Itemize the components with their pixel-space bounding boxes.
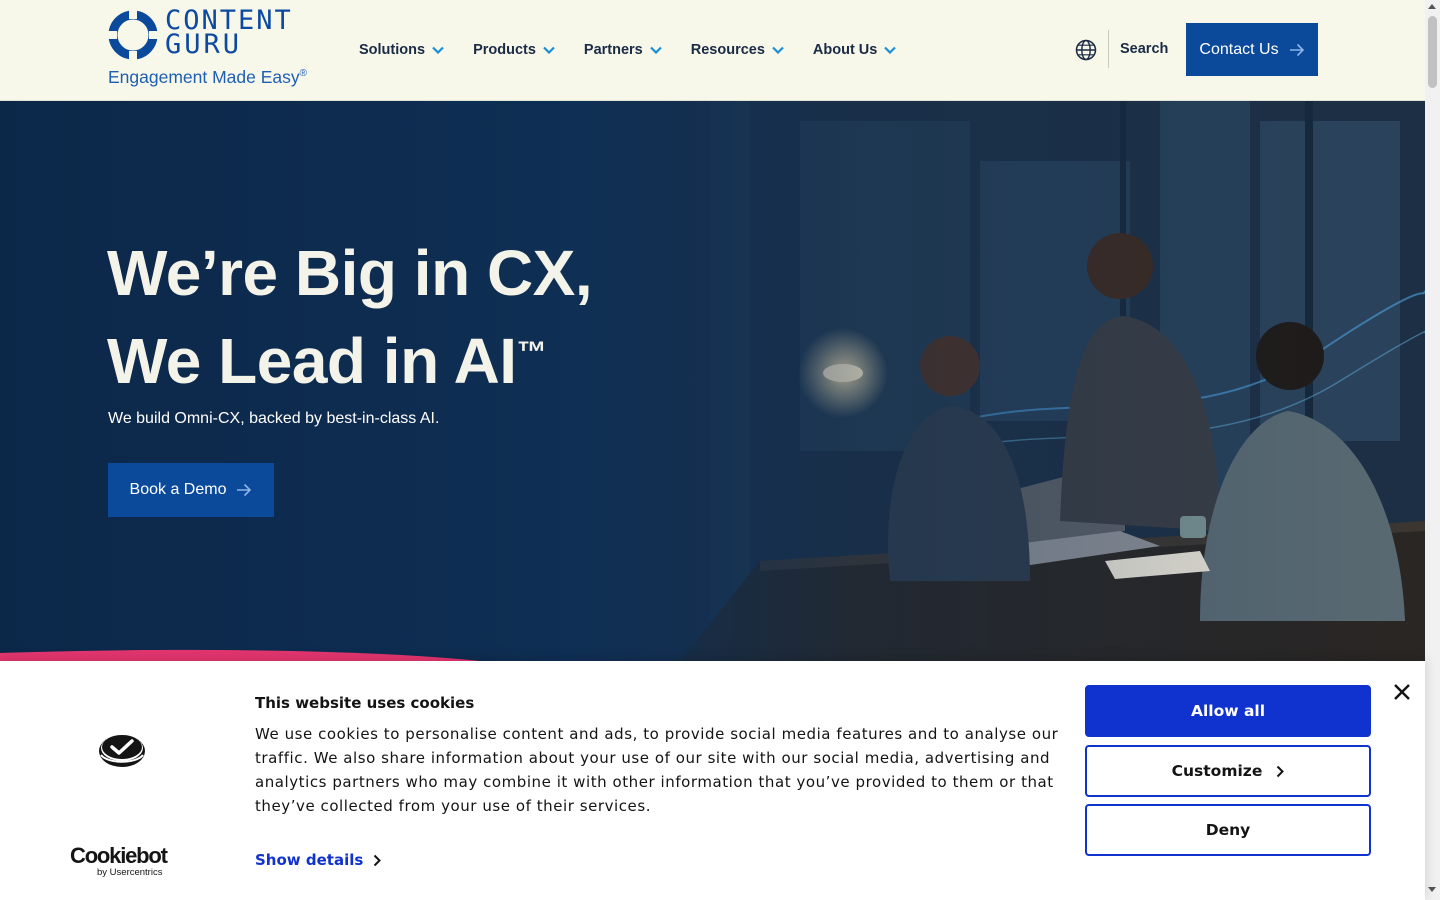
logo-tagline-text: Engagement Made Easy xyxy=(108,67,300,87)
contact-us-button[interactable]: Contact Us xyxy=(1186,23,1318,76)
nav-item-about-us[interactable]: About Us xyxy=(812,38,897,62)
arrow-right-icon xyxy=(237,483,252,497)
allow-all-button[interactable]: Allow all xyxy=(1085,685,1371,737)
content-guru-logo[interactable]: CONTENT GURU Engagement Made Easy® xyxy=(107,7,319,91)
cookiebot-byline: by Usercentrics xyxy=(97,867,163,878)
show-details-link[interactable]: Show details xyxy=(255,851,382,869)
customize-button[interactable]: Customize xyxy=(1085,745,1371,797)
logo-wordmark: CONTENT GURU xyxy=(165,7,293,60)
main-nav: Solutions Products Partners Resources Ab… xyxy=(359,38,925,62)
chevron-right-icon xyxy=(374,854,382,866)
contact-us-label: Contact Us xyxy=(1199,40,1279,58)
hero-title: We’re Big in CX, We Lead in AI™ xyxy=(107,229,593,405)
page-scrollbar[interactable] xyxy=(1425,0,1440,900)
cookie-title: This website uses cookies xyxy=(255,694,475,712)
registered-mark: ® xyxy=(299,68,308,80)
nav-item-label: About Us xyxy=(812,42,878,58)
hero-section: We’re Big in CX, We Lead in AI™ We build… xyxy=(0,101,1425,661)
hero-office-photo xyxy=(560,101,1425,661)
cookiebot-consent-icon xyxy=(99,735,145,767)
chevron-down-icon xyxy=(884,46,897,54)
trademark-mark: ™ xyxy=(516,336,547,369)
allow-all-label: Allow all xyxy=(1190,702,1266,720)
cookiebot-brand[interactable]: Cookiebot by Usercentrics xyxy=(70,844,180,878)
nav-item-solutions[interactable]: Solutions xyxy=(359,38,444,62)
customize-label: Customize xyxy=(1171,762,1263,780)
cookie-consent-banner: Cookiebot by Usercentrics This website u… xyxy=(0,661,1425,900)
book-demo-label: Book a Demo xyxy=(129,481,227,498)
nav-item-label: Solutions xyxy=(359,42,426,58)
nav-item-label: Resources xyxy=(690,42,765,58)
book-demo-button[interactable]: Book a Demo xyxy=(108,463,274,517)
chevron-down-icon xyxy=(649,46,662,54)
show-details-label: Show details xyxy=(255,851,364,869)
chevron-down-icon xyxy=(543,46,555,54)
scroll-up-arrow-icon[interactable] xyxy=(1428,4,1436,9)
close-icon[interactable] xyxy=(1393,683,1411,701)
nav-item-label: Products xyxy=(473,42,536,58)
hero-title-line1: We’re Big in CX, xyxy=(107,237,593,309)
chevron-down-icon xyxy=(772,46,784,54)
deny-label: Deny xyxy=(1205,821,1251,839)
globe-icon[interactable] xyxy=(1075,39,1097,61)
header-divider xyxy=(1108,30,1109,68)
hero-title-line2: We Lead in AI xyxy=(107,325,517,397)
scroll-down-arrow-icon[interactable] xyxy=(1428,887,1436,892)
nav-item-partners[interactable]: Partners xyxy=(584,38,662,62)
cookie-description: We use cookies to personalise content an… xyxy=(255,725,1059,815)
logo-tagline: Engagement Made Easy® xyxy=(108,67,307,88)
site-header: CONTENT GURU Engagement Made Easy® Solut… xyxy=(0,0,1425,101)
logo-word-line2: GURU xyxy=(165,29,243,60)
chevron-right-icon xyxy=(1277,765,1285,777)
chevron-down-icon xyxy=(432,46,444,54)
pink-accent-wave xyxy=(0,649,480,661)
nav-item-label: Partners xyxy=(583,42,643,58)
cookiebot-name: Cookiebot xyxy=(70,843,168,868)
logo-ring-icon xyxy=(107,9,159,61)
nav-item-products[interactable]: Products xyxy=(473,38,555,62)
arrow-right-icon xyxy=(1289,43,1304,56)
search-link[interactable]: Search xyxy=(1120,41,1168,57)
nav-item-resources[interactable]: Resources xyxy=(691,38,784,62)
deny-button[interactable]: Deny xyxy=(1085,804,1371,856)
scroll-thumb[interactable] xyxy=(1428,16,1437,88)
hero-subtitle: We build Omni-CX, backed by best-in-clas… xyxy=(108,410,440,427)
